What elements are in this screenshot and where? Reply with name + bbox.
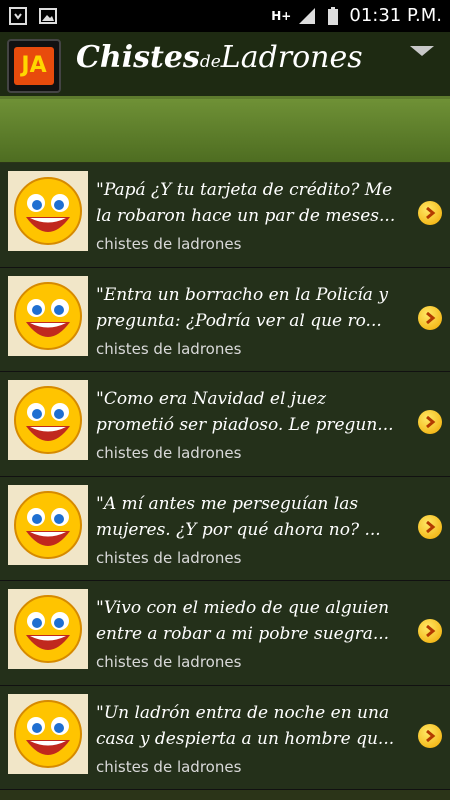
- battery-icon: [328, 6, 339, 25]
- chevron-right-icon[interactable]: [418, 201, 442, 225]
- app-logo[interactable]: JA: [7, 39, 61, 93]
- network-type: H+: [271, 8, 292, 23]
- joke-category: chistes de ladrones: [96, 444, 242, 462]
- list-item[interactable]: "Entra un borracho en la Policía y pregun…: [0, 267, 450, 372]
- joke-category: chistes de ladrones: [96, 653, 242, 671]
- joke-preview: "Entra un borracho en la Policía y pregun…: [96, 284, 388, 331]
- joke-category: chistes de ladrones: [96, 548, 242, 567]
- joke-preview: "Un ladrón entra de noche en una casa y d…: [96, 702, 395, 749]
- chevron-right-icon[interactable]: [418, 619, 442, 643]
- joke-category: chistes de ladrones: [96, 235, 242, 253]
- joke-list: "Papá ¿Y tu tarjeta de crédito? Me la rob…: [0, 163, 450, 790]
- joke-preview: "Papá ¿Y tu tarjeta de crédito? Me la rob…: [96, 180, 396, 226]
- smiley-icon: [8, 693, 88, 774]
- smiley-icon: [8, 275, 88, 356]
- list-item[interactable]: "A mí antes me perseguían las mujeres. ¿Y…: [0, 476, 450, 581]
- smiley-icon: [8, 589, 88, 669]
- chevron-right-icon[interactable]: [418, 514, 442, 539]
- joke-preview: "A mí antes me perseguían las mujeres. ¿Y…: [96, 493, 381, 540]
- app-title: ChistesdeLadrones: [76, 40, 363, 75]
- smiley-icon: [8, 380, 88, 460]
- joke-preview: "Como era Navidad el juez prometió ser pi…: [96, 389, 394, 435]
- chevron-right-icon[interactable]: [418, 305, 442, 330]
- app-bar: JA ChistesdeLadrones: [0, 32, 450, 99]
- chevron-right-icon[interactable]: [418, 723, 442, 748]
- clock: 01:31 P.M.: [349, 5, 442, 26]
- joke-preview: "Vivo con el miedo de que alguien entre a…: [96, 598, 390, 644]
- joke-category: chistes de ladrones: [96, 339, 242, 358]
- signal-icon: [299, 7, 316, 24]
- list-item[interactable]: "Vivo con el miedo de que alguien entre a…: [0, 581, 450, 686]
- download-icon: [9, 7, 27, 25]
- ad-banner[interactable]: [0, 99, 450, 162]
- list-item[interactable]: "Como era Navidad el juez prometió ser pi…: [0, 372, 450, 477]
- list-item[interactable]: "Papá ¿Y tu tarjeta de crédito? Me la rob…: [0, 163, 450, 268]
- image-icon: [39, 8, 57, 24]
- overflow-menu-icon[interactable]: [410, 46, 434, 56]
- smiley-icon: [8, 484, 88, 565]
- list-item[interactable]: "Un ladrón entra de noche en una casa y d…: [0, 685, 450, 790]
- smiley-icon: [8, 171, 88, 251]
- joke-category: chistes de ladrones: [96, 757, 242, 776]
- status-bar: H+ 01:31 P.M.: [0, 0, 450, 32]
- chevron-right-icon[interactable]: [418, 410, 442, 434]
